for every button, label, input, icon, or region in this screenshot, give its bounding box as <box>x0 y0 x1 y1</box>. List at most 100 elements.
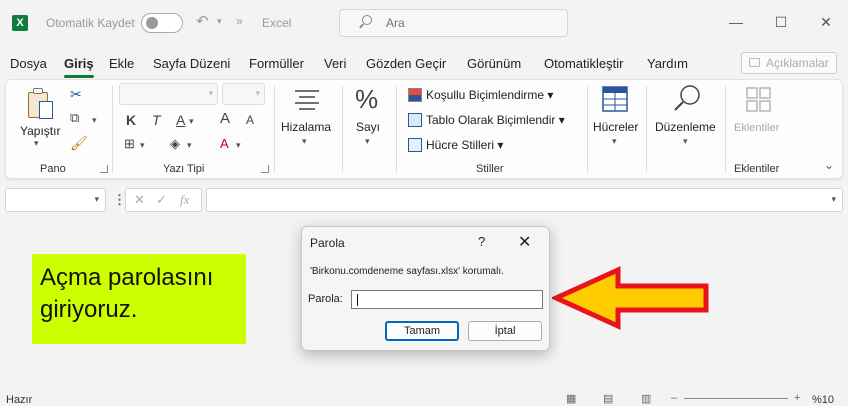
addins-icon[interactable] <box>745 86 773 114</box>
close-button[interactable]: ✕ <box>812 10 840 34</box>
group-divider <box>274 86 275 172</box>
alignment-dropdown-icon[interactable]: ▾ <box>302 136 307 147</box>
group-divider <box>112 86 113 172</box>
page-break-view-icon[interactable]: ▥ <box>641 392 651 405</box>
zoom-slider[interactable] <box>684 398 788 399</box>
align-icon[interactable] <box>293 88 321 112</box>
fill-color-icon[interactable]: ◈ <box>170 136 180 152</box>
number-dropdown-icon[interactable]: ▾ <box>365 136 370 147</box>
alignment-label[interactable]: Hizalama <box>281 120 331 134</box>
font-size-dropdown[interactable]: ▾ <box>222 83 265 105</box>
group-divider <box>396 86 397 172</box>
cut-icon[interactable]: ✂ <box>70 86 82 103</box>
format-as-table-button[interactable]: Tablo Olarak Biçimlendir ▾ <box>408 113 565 127</box>
search-input[interactable] <box>386 15 556 31</box>
enter-entry-icon[interactable]: ✓ <box>156 192 167 208</box>
cancel-button[interactable]: İptal <box>468 321 542 341</box>
group-divider <box>725 86 726 172</box>
tab-insert[interactable]: Ekle <box>109 56 134 71</box>
font-color-dropdown-icon[interactable]: ▾ <box>236 140 241 151</box>
paste-icon[interactable] <box>28 88 54 120</box>
clipboard-launcher-icon[interactable] <box>100 165 108 173</box>
copy-dropdown-icon[interactable]: ▾ <box>92 115 97 126</box>
tab-file[interactable]: Dosya <box>10 56 47 71</box>
password-input[interactable] <box>351 290 543 309</box>
undo-icon[interactable]: ↶ <box>196 12 209 30</box>
dialog-title: Parola <box>310 236 345 250</box>
copy-icon[interactable]: ⧉ <box>70 110 79 126</box>
underline-dropdown-icon[interactable]: ▾ <box>189 116 194 127</box>
borders-dropdown-icon[interactable]: ▾ <box>140 140 145 151</box>
addins-group-label: Eklentiler <box>734 163 780 175</box>
formula-input[interactable]: ▾ <box>206 188 843 212</box>
tab-page-layout[interactable]: Sayfa Düzeni <box>153 56 230 71</box>
zoom-in-icon[interactable]: + <box>794 392 800 404</box>
find-icon[interactable] <box>672 83 702 113</box>
search-icon <box>362 15 372 25</box>
ribbon: Yapıştır ▾ ✂ ⧉ ▾ 🖌 Pano ▾ ▾ K T A ▾ A A … <box>5 79 843 179</box>
formula-controls: ✕ ✓ fx <box>125 188 202 212</box>
insert-function-icon[interactable]: fx <box>180 192 189 208</box>
dialog-close-button[interactable]: ✕ <box>518 232 531 252</box>
dialog-help-button[interactable]: ? <box>478 234 485 249</box>
zoom-out-icon[interactable]: – <box>671 392 677 404</box>
tab-view[interactable]: Görünüm <box>467 56 521 71</box>
more-commands-icon[interactable]: » <box>236 14 243 28</box>
grow-font-button[interactable]: A <box>220 110 230 127</box>
format-as-table-label: Tablo Olarak Biçimlendir <box>426 113 556 127</box>
font-launcher-icon[interactable] <box>261 165 269 173</box>
number-label[interactable]: Sayı <box>356 120 380 134</box>
fill-color-dropdown-icon[interactable]: ▾ <box>187 140 192 151</box>
undo-dropdown-icon[interactable]: ▾ <box>217 16 222 27</box>
restore-button[interactable]: ☐ <box>767 10 795 34</box>
editing-label[interactable]: Düzenleme <box>655 120 716 134</box>
tab-review[interactable]: Gözden Geçir <box>366 56 446 71</box>
tab-home[interactable]: Giriş <box>64 56 94 78</box>
font-name-dropdown[interactable]: ▾ <box>119 83 218 105</box>
tab-help[interactable]: Yardım <box>647 56 688 71</box>
cells-icon[interactable] <box>601 85 629 113</box>
ok-button[interactable]: Tamam <box>385 321 459 341</box>
font-color-icon[interactable]: A <box>220 136 229 151</box>
clipboard-group-label: Pano <box>40 163 66 175</box>
search-box[interactable] <box>339 9 568 37</box>
cell-styles-label: Hücre Stilleri <box>426 138 495 152</box>
conditional-formatting-button[interactable]: Koşullu Biçimlendirme ▾ <box>408 88 553 102</box>
comments-button[interactable]: Açıklamalar <box>741 52 837 74</box>
tab-data[interactable]: Veri <box>324 56 346 71</box>
cell-styles-button[interactable]: Hücre Stilleri ▾ <box>408 138 503 152</box>
password-dialog: Parola ? ✕ 'Birkonu.comdeneme sayfası.xl… <box>301 226 550 351</box>
title-bar: X Otomatik Kaydet ↶ ▾ » Excel — ☐ ✕ <box>0 0 848 46</box>
editing-dropdown-icon[interactable]: ▾ <box>683 136 688 147</box>
paste-dropdown-icon[interactable]: ▾ <box>34 138 39 149</box>
bold-button[interactable]: K <box>126 112 136 128</box>
borders-icon[interactable]: ⊞ <box>124 136 135 152</box>
paste-label[interactable]: Yapıştır <box>20 124 60 138</box>
percent-icon[interactable]: % <box>355 84 378 115</box>
cells-dropdown-icon[interactable]: ▾ <box>612 136 617 147</box>
cells-label[interactable]: Hücreler <box>593 120 638 134</box>
format-painter-icon[interactable]: 🖌 <box>70 135 88 152</box>
autosave-toggle[interactable] <box>141 13 183 33</box>
normal-view-icon[interactable]: ▦ <box>566 392 576 405</box>
formula-expand-icon[interactable]: ▾ <box>831 194 836 205</box>
page-layout-view-icon[interactable]: ▤ <box>603 392 613 405</box>
status-bar: Hazır ▦ ▤ ▥ – + %10 <box>0 390 848 406</box>
dialog-message: 'Birkonu.comdeneme sayfası.xlsx' korumal… <box>310 266 504 277</box>
name-box-dropdown-icon[interactable]: ▾ <box>94 194 99 205</box>
annotation-line-1: Açma parolasını <box>40 264 214 291</box>
shrink-font-button[interactable]: A <box>246 113 254 127</box>
text-cursor <box>357 294 358 306</box>
underline-button[interactable]: A <box>176 112 185 128</box>
ribbon-collapse-icon[interactable]: ⌄ <box>824 158 834 172</box>
name-box[interactable]: ▾ <box>5 188 106 212</box>
italic-button[interactable]: T <box>152 112 161 128</box>
tab-formulas[interactable]: Formüller <box>249 56 304 71</box>
minimize-button[interactable]: — <box>722 10 750 34</box>
conditional-formatting-icon <box>408 88 422 102</box>
tab-automate[interactable]: Otomatikleştir <box>544 56 623 71</box>
conditional-formatting-label: Koşullu Biçimlendirme <box>426 88 545 102</box>
addins-label[interactable]: Eklentiler <box>734 122 779 134</box>
zoom-level[interactable]: %10 <box>812 394 834 406</box>
cancel-entry-icon[interactable]: ✕ <box>134 192 145 208</box>
